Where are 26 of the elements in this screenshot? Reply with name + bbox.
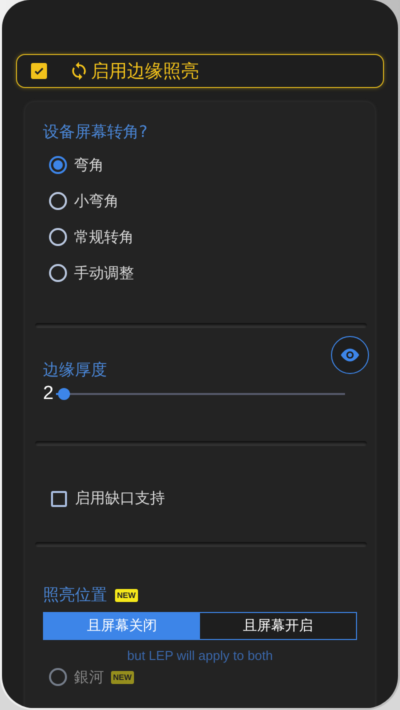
- radio-label: 手动调整: [74, 264, 134, 282]
- radio-label: 常规转角: [74, 228, 134, 246]
- new-badge: NEW: [115, 589, 138, 602]
- radio-label: 弯角: [74, 156, 104, 174]
- checkbox-label: 启用缺口支持: [75, 489, 165, 508]
- segment-tab[interactable]: 且屏幕关闭: [44, 613, 200, 639]
- section-title: 设备屏幕转角?: [43, 122, 148, 143]
- section-title: 照亮位置: [43, 585, 107, 606]
- sync-icon: [69, 61, 89, 81]
- radio-button[interactable]: [49, 192, 67, 210]
- slider-thumb[interactable]: [58, 388, 70, 400]
- radio-button[interactable]: [49, 264, 67, 282]
- toggle-label: 启用边缘照亮: [91, 60, 199, 83]
- thickness-value: 2: [43, 383, 54, 405]
- enable-edge-lighting-toggle[interactable]: 启用边缘照亮: [16, 54, 384, 88]
- new-badge: NEW: [111, 670, 134, 684]
- radio-label: 小弯角: [74, 192, 119, 210]
- radio-button[interactable]: [49, 156, 67, 174]
- checkbox[interactable]: [51, 490, 67, 506]
- note-text: but LEP will apply to both: [126, 648, 274, 663]
- radio-label: 銀河: [74, 668, 104, 686]
- segment-tab[interactable]: 且屏幕开启: [200, 613, 356, 639]
- preview-eye-button[interactable]: [331, 336, 369, 374]
- radio-button[interactable]: [49, 228, 67, 246]
- thickness-label: 边缘厚度: [43, 360, 108, 381]
- checkbox[interactable]: [31, 63, 47, 79]
